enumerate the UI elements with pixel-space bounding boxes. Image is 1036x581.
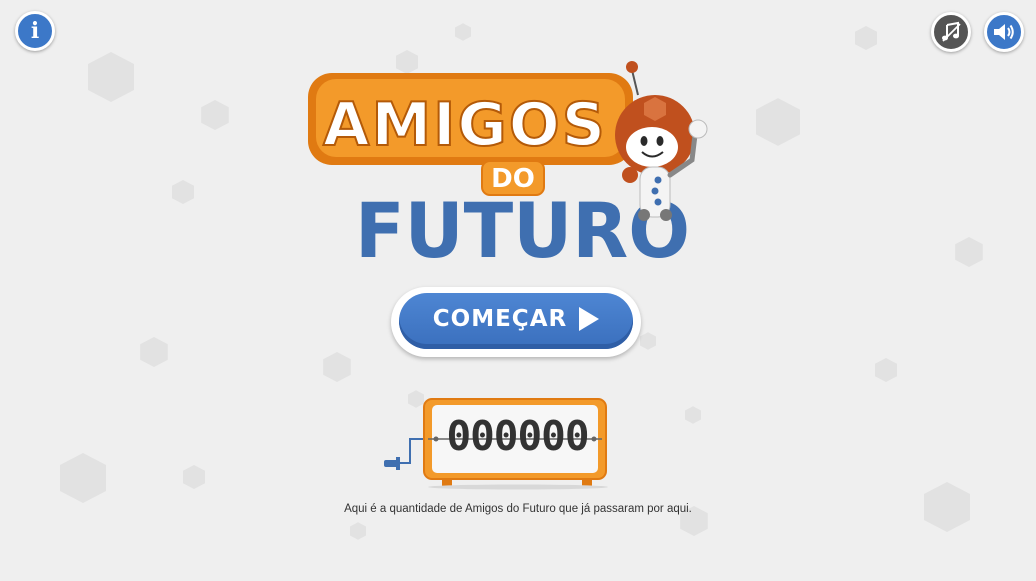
background-hexagon — [756, 98, 800, 146]
visitor-counter-value: 000000 — [446, 412, 589, 460]
start-button-label: COMEÇAR — [432, 306, 568, 332]
speaker-volume-icon — [994, 24, 1014, 40]
info-button[interactable]: i — [15, 11, 55, 51]
background-hexagon — [201, 100, 229, 130]
background-hexagon — [640, 332, 656, 350]
background-hexagon — [955, 237, 983, 267]
visitor-counter-caption: Aqui é a quantidade de Amigos do Futuro … — [344, 503, 692, 515]
background-hexagon — [88, 52, 134, 102]
start-button-frame: COMEÇAR — [391, 287, 641, 357]
background-hexagon — [875, 358, 897, 382]
music-toggle-button[interactable] — [931, 12, 971, 52]
background-hexagon — [855, 26, 877, 50]
background-hexagon — [183, 465, 205, 489]
background-hexagon — [685, 406, 701, 424]
background-hexagon — [350, 522, 366, 540]
background-hexagon — [172, 180, 194, 204]
background-hexagon — [140, 337, 168, 367]
start-button[interactable]: COMEÇAR — [399, 293, 633, 349]
visitor-counter: 000000 — [444, 411, 591, 461]
background-hexagon — [60, 453, 106, 503]
logo-line1: AMIGOS — [323, 90, 607, 160]
background-hexagon — [323, 352, 351, 382]
play-icon — [579, 307, 600, 331]
music-note-icon — [942, 21, 961, 42]
game-logo: AMIGOS DO FUTURO — [308, 61, 708, 265]
sound-toggle-button[interactable] — [984, 12, 1024, 52]
info-icon: i — [30, 18, 40, 44]
background-hexagon — [455, 23, 471, 41]
